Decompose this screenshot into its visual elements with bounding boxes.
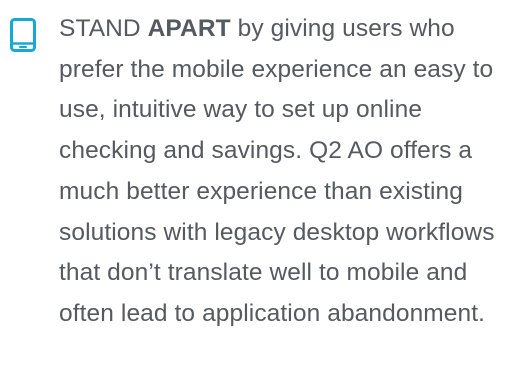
feature-block: STAND APART by giving users who prefer t…	[0, 0, 515, 381]
feature-body: by giving users who prefer the mobile ex…	[59, 15, 495, 327]
emphasis-word: APART	[147, 15, 231, 42]
lead-word: STAND	[59, 15, 141, 42]
mobile-phone-icon	[10, 18, 36, 52]
feature-paragraph: STAND APART by giving users who prefer t…	[59, 9, 507, 335]
